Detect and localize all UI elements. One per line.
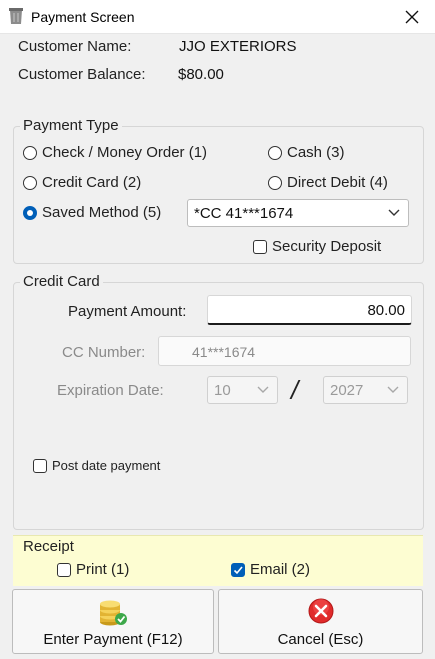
customer-name-label: Customer Name: — [18, 38, 132, 55]
radio-direct-debit-label: Direct Debit (4) — [287, 174, 388, 191]
cc-number-label: CC Number: — [62, 344, 146, 361]
saved-method-select[interactable]: *CC 41***1674 — [187, 199, 409, 227]
cancel-button[interactable]: Cancel (Esc) — [218, 589, 423, 654]
print-label: Print (1) — [76, 561, 130, 578]
radio-saved-method-circle[interactable] — [23, 206, 37, 220]
trash-can-icon — [9, 8, 23, 24]
receipt-section: Receipt Print (1) Email (2) — [13, 535, 423, 586]
exp-month-select[interactable]: 10 — [207, 376, 278, 404]
cancel-label: Cancel (Esc) — [277, 631, 364, 648]
enter-payment-button[interactable]: Enter Payment (F12) — [12, 589, 214, 654]
customer-balance-value: $80.00 — [178, 66, 224, 83]
close-icon — [405, 10, 419, 23]
expiration-separator: / — [291, 375, 299, 405]
radio-cash-label: Cash (3) — [287, 144, 345, 161]
exp-month-value: 10 — [214, 382, 231, 399]
title-bar: Payment Screen — [0, 0, 435, 34]
cc-number-value: 41***1674 — [192, 344, 256, 360]
customer-name-value: JJO EXTERIORS — [179, 38, 297, 55]
payment-amount-value: 80.00 — [367, 302, 405, 319]
radio-cash-circle[interactable] — [268, 146, 282, 160]
customer-balance-label: Customer Balance: — [18, 66, 146, 83]
radio-saved-method-label: Saved Method (5) — [42, 204, 162, 221]
payment-window: Payment Screen Customer Name: JJO EXTERI… — [0, 0, 435, 659]
post-date-label: Post date payment — [52, 458, 161, 473]
cc-number-input[interactable]: 41***1674 — [158, 336, 411, 366]
security-deposit-box[interactable] — [253, 240, 267, 254]
post-date-box[interactable] — [33, 459, 47, 473]
payment-amount-input[interactable]: 80.00 — [207, 295, 412, 325]
payment-type-title: Payment Type — [20, 117, 122, 134]
payment-amount-label: Payment Amount: — [68, 303, 187, 320]
window-title: Payment Screen — [31, 9, 135, 25]
email-box[interactable] — [231, 563, 245, 577]
coin-stack-icon — [100, 600, 127, 626]
cancel-x-icon — [308, 598, 333, 624]
radio-check-money-order-label: Check / Money Order (1) — [42, 144, 208, 161]
close-button[interactable] — [389, 0, 435, 33]
enter-payment-label: Enter Payment (F12) — [43, 631, 183, 648]
radio-credit-card-circle[interactable] — [23, 176, 37, 190]
exp-year-select[interactable]: 2027 — [323, 376, 408, 404]
chevron-down-icon — [387, 386, 399, 393]
receipt-title: Receipt — [23, 538, 74, 555]
chevron-down-icon — [388, 209, 400, 216]
email-label: Email (2) — [250, 561, 311, 578]
checkmark-icon — [233, 566, 243, 575]
exp-year-value: 2027 — [330, 382, 364, 399]
saved-method-value: *CC 41***1674 — [194, 205, 294, 222]
security-deposit-label: Security Deposit — [272, 238, 382, 255]
chevron-down-icon — [257, 386, 269, 393]
expiration-date-label: Expiration Date: — [57, 382, 164, 399]
print-box[interactable] — [57, 563, 71, 577]
radio-check-money-order-circle[interactable] — [23, 146, 37, 160]
credit-card-title: Credit Card — [20, 273, 103, 290]
radio-credit-card-label: Credit Card (2) — [42, 174, 142, 191]
radio-direct-debit-circle[interactable] — [268, 176, 282, 190]
